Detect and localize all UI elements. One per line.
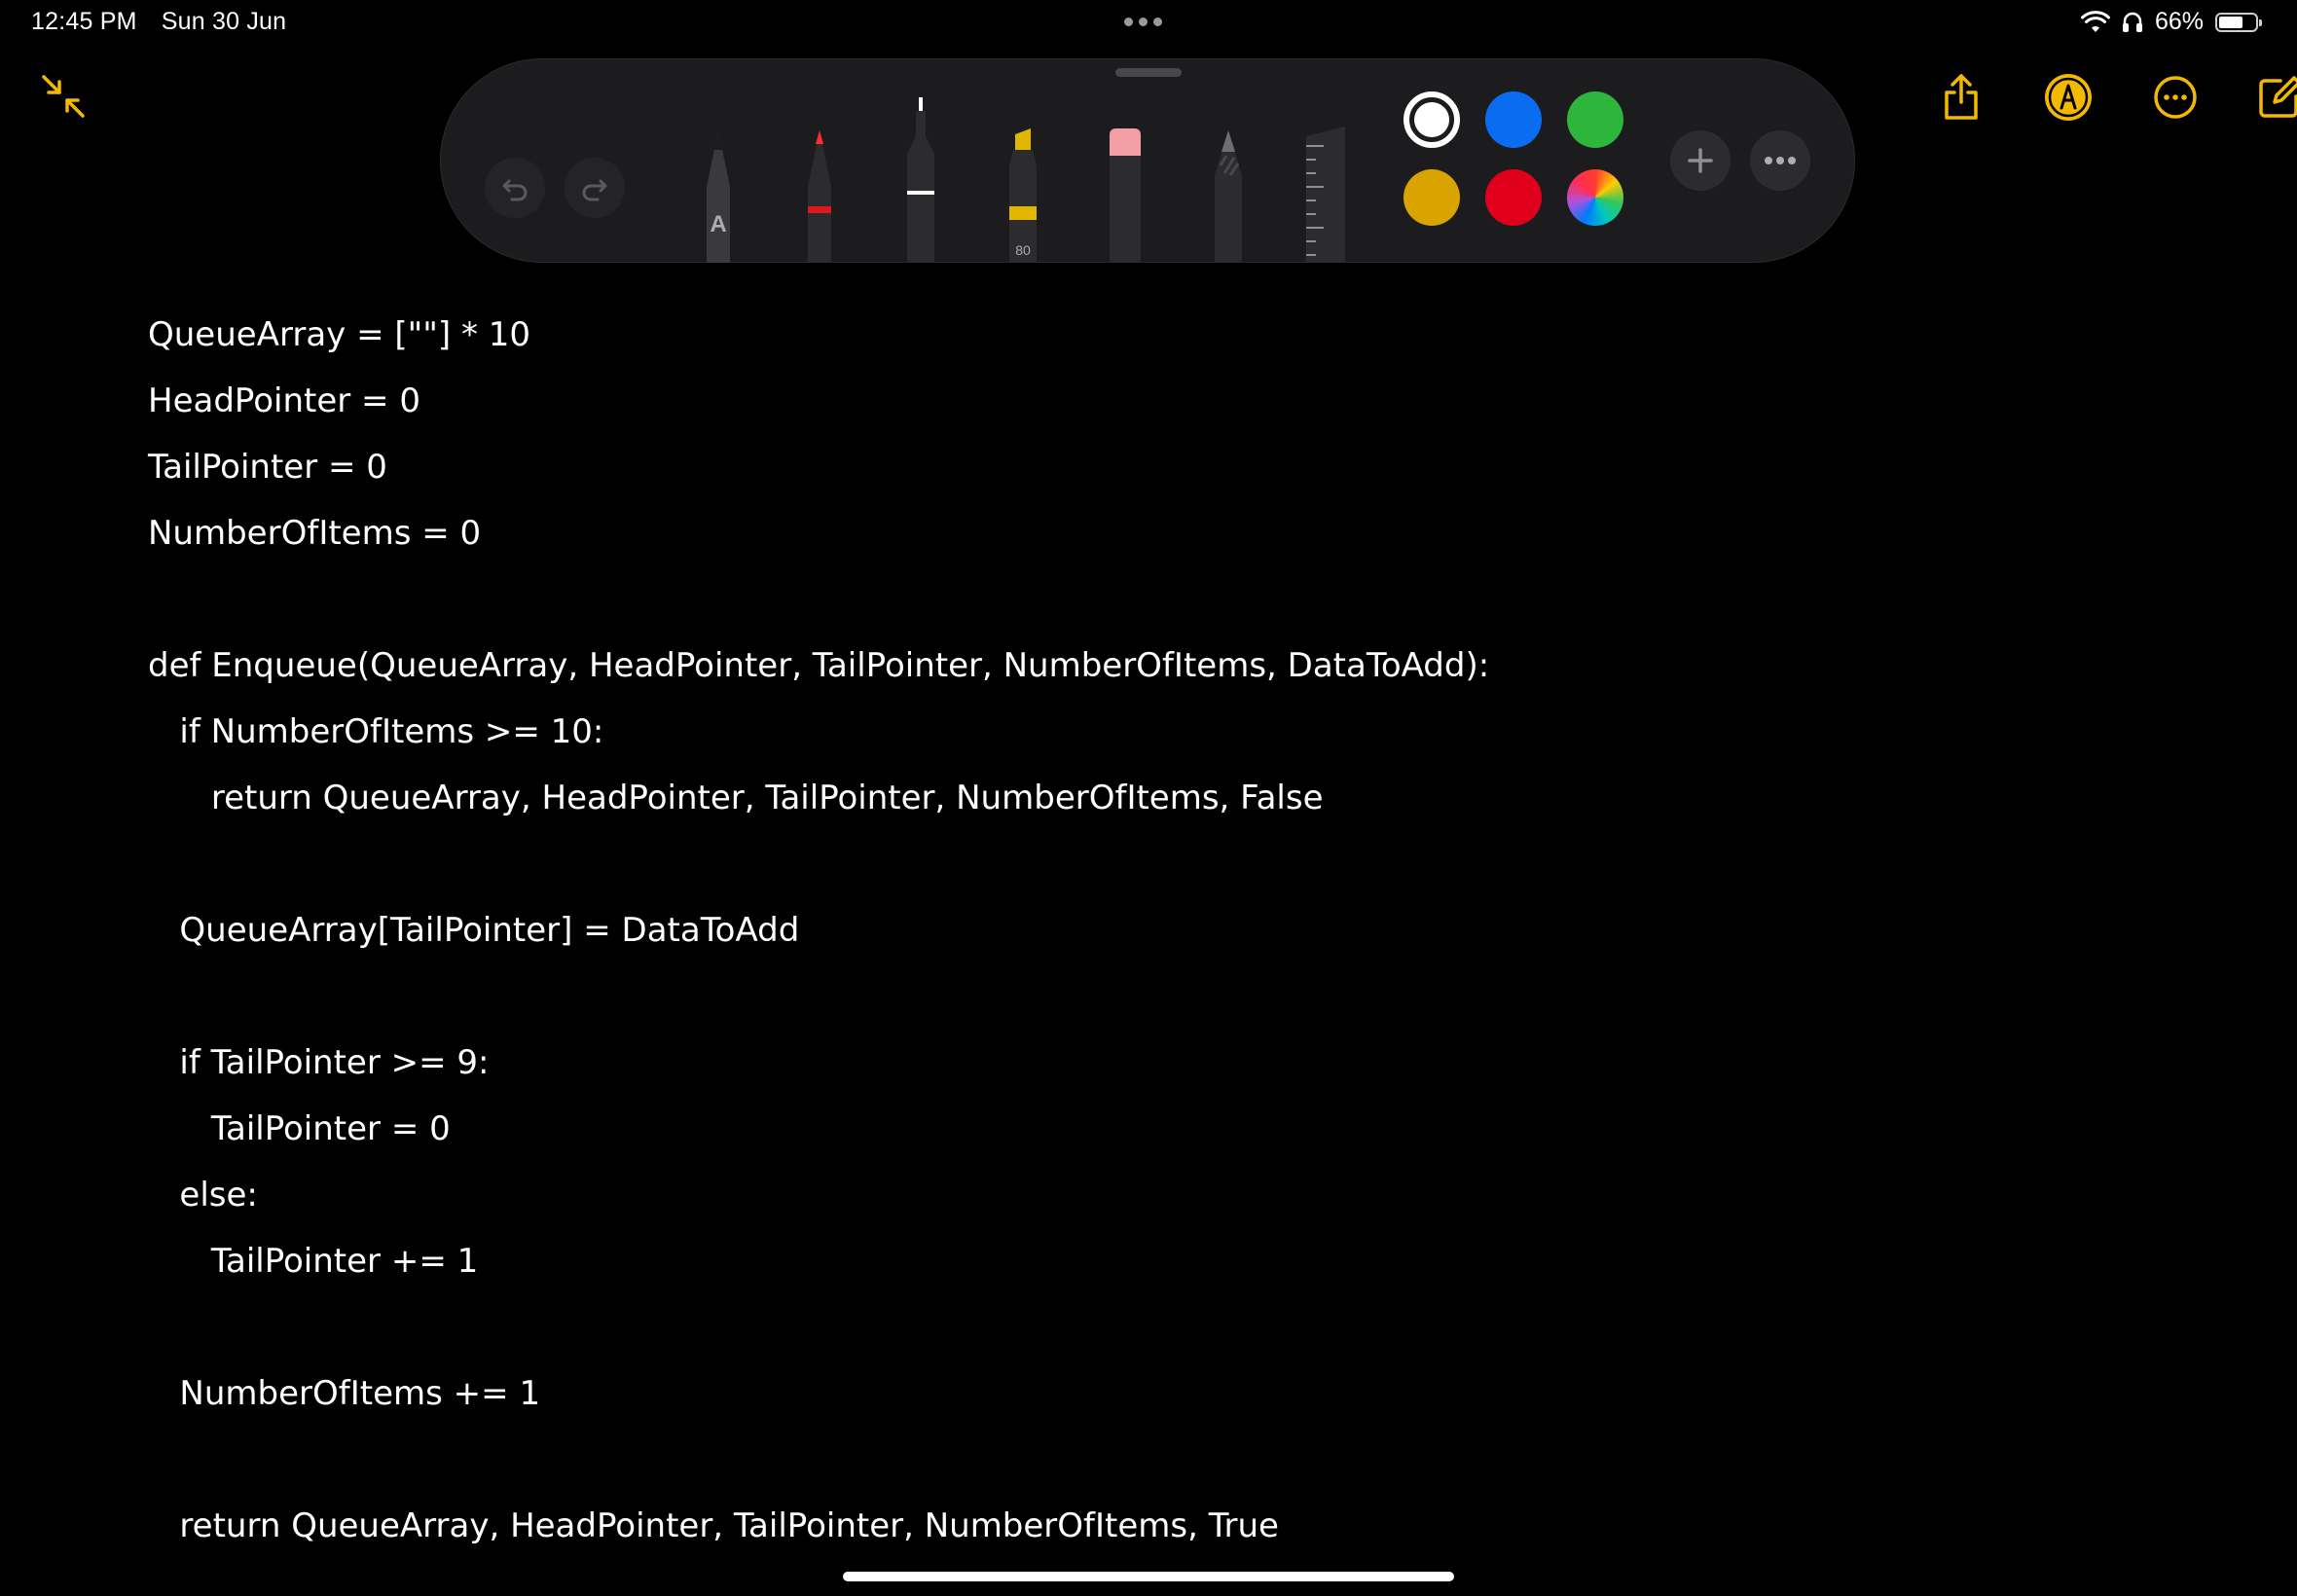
battery-percent: 66% — [2154, 8, 2204, 35]
note-blank-line — [148, 574, 2192, 640]
color-blue[interactable] — [1485, 91, 1542, 148]
note-line: TailPointer = 0 — [148, 1109, 451, 1148]
note-line: TailPointer += 1 — [148, 1242, 479, 1281]
note-line: HeadPointer = 0 — [148, 381, 420, 420]
multitasking-dots-icon[interactable] — [1124, 18, 1162, 26]
note-line: if NumberOfItems >= 10: — [148, 712, 604, 751]
highlighter-label: 80 — [1015, 242, 1031, 258]
markup-pen-icon[interactable] — [2041, 70, 2096, 125]
note-blank-line — [148, 1434, 2192, 1501]
wifi-icon — [2080, 10, 2110, 32]
color-green[interactable] — [1567, 91, 1623, 148]
status-bar-right: 66% — [2080, 8, 2262, 36]
note-blank-line — [148, 839, 2192, 905]
note-line: if TailPointer >= 9: — [148, 1043, 490, 1082]
battery-icon — [2215, 12, 2262, 32]
top-right-toolbar — [1908, 70, 2297, 128]
highlighter-tool[interactable]: 80 — [1000, 127, 1046, 263]
palette-grabber[interactable] — [1115, 68, 1182, 77]
note-line: return QueueArray, HeadPointer, TailPoin… — [148, 779, 1324, 817]
note-line: QueueArray = [""] * 10 — [148, 315, 531, 354]
note-line: TailPointer = 0 — [148, 448, 387, 487]
eraser-tool[interactable] — [1102, 127, 1148, 263]
note-body[interactable]: QueueArray = [""] * 10 HeadPointer = 0 Tai… — [148, 309, 2192, 1567]
note-line: def Enqueue(QueueArray, HeadPointer, Tai… — [148, 646, 1490, 685]
note-line: QueueArray[TailPointer] = DataToAdd — [148, 911, 800, 950]
note-line: else: — [148, 1176, 258, 1215]
pen-tool[interactable] — [796, 127, 843, 263]
share-icon[interactable] — [1934, 70, 1988, 125]
headphones-icon — [2122, 12, 2142, 32]
monoline-tool[interactable]: A — [695, 127, 742, 263]
note-blank-line — [148, 1302, 2192, 1368]
markup-palette: A 80 — [440, 58, 1855, 263]
monoline-label: A — [710, 211, 726, 237]
compose-icon[interactable] — [2255, 70, 2297, 125]
ruler-tool[interactable] — [1298, 127, 1353, 263]
status-time: 12:45 PM — [31, 8, 137, 35]
note-line: NumberOfItems += 1 — [148, 1374, 541, 1413]
home-indicator[interactable] — [843, 1572, 1454, 1581]
note-line: NumberOfItems = 0 — [148, 514, 482, 553]
arrows-in-icon[interactable] — [41, 74, 86, 119]
battery-level — [2219, 16, 2242, 28]
status-date: Sun 30 Jun — [161, 8, 287, 35]
pencil-tool[interactable] — [1205, 127, 1252, 263]
fineliner-tool[interactable] — [897, 97, 944, 263]
ellipsis-circle-icon[interactable] — [2148, 70, 2203, 125]
ellipsis-icon[interactable] — [1750, 130, 1810, 191]
color-white[interactable] — [1404, 91, 1460, 148]
redo-icon[interactable] — [565, 158, 625, 218]
status-bar-time: 12:45 PM Sun 30 Jun — [31, 8, 304, 36]
color-yellow[interactable] — [1404, 169, 1460, 226]
plus-icon[interactable] — [1670, 130, 1731, 191]
color-red[interactable] — [1485, 169, 1542, 226]
note-line: return QueueArray, HeadPointer, TailPoin… — [148, 1506, 1279, 1545]
note-blank-line — [148, 971, 2192, 1037]
color-picker-multicolor[interactable] — [1567, 169, 1623, 226]
undo-icon[interactable] — [485, 158, 545, 218]
